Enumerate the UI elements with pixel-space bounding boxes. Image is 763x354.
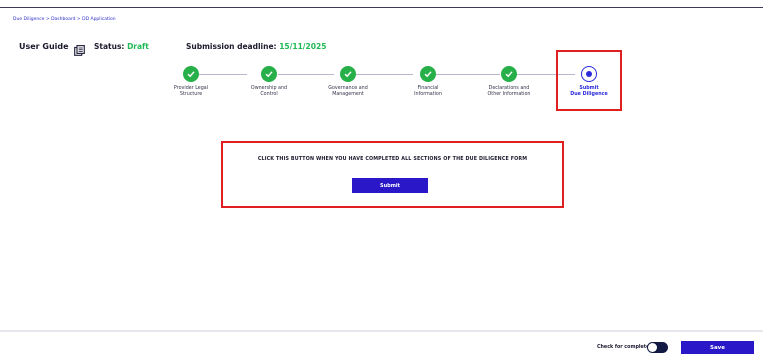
toggle-knob: [648, 343, 657, 352]
step-4-complete-icon[interactable]: [420, 66, 436, 82]
status-value: Draft: [127, 42, 149, 51]
document-copy-icon[interactable]: [73, 41, 85, 56]
submit-section: CLICK THIS BUTTON WHEN YOU HAVE COMPLETE…: [221, 141, 564, 208]
deadline-label: Submission deadline:: [186, 42, 277, 51]
user-guide-link[interactable]: User Guide: [19, 41, 85, 56]
step-4-label[interactable]: Financial Information: [388, 86, 468, 98]
status-indicator: Status: Draft: [94, 42, 149, 51]
step-4-label-line2: Information: [414, 92, 442, 97]
completeness-toggle[interactable]: [647, 342, 668, 353]
step-3-complete-icon[interactable]: [340, 66, 356, 82]
deadline-value: 15/11/2025: [279, 42, 327, 51]
step-1-label-line2: Structure: [179, 92, 203, 97]
top-divider: [0, 7, 763, 8]
step-3-label-line2: Management: [332, 92, 364, 97]
submit-instruction: CLICK THIS BUTTON WHEN YOU HAVE COMPLETE…: [257, 157, 528, 162]
user-guide-label: User Guide: [19, 42, 69, 51]
submission-deadline: Submission deadline: 15/11/2025: [186, 42, 326, 51]
step-connector: [199, 74, 247, 75]
save-button[interactable]: Save: [681, 341, 754, 354]
progress-stepper: Provider Legal Structure Ownership and C…: [0, 66, 763, 116]
step-connector: [278, 74, 334, 75]
step-5-complete-icon[interactable]: [501, 66, 517, 82]
step-5-label[interactable]: Declarations and Other Information: [469, 86, 549, 98]
highlight-box-current-step: [556, 50, 622, 111]
step-2-label[interactable]: Ownership and Control: [229, 86, 309, 98]
status-label: Status:: [94, 42, 125, 51]
step-connector: [436, 74, 500, 75]
step-1-complete-icon[interactable]: [183, 66, 199, 82]
step-3-label[interactable]: Governance and Management: [308, 86, 388, 98]
step-2-complete-icon[interactable]: [261, 66, 277, 82]
step-2-label-line2: Control: [260, 92, 278, 97]
step-1-label[interactable]: Provider Legal Structure: [151, 86, 231, 98]
submit-button[interactable]: Submit: [352, 178, 428, 193]
breadcrumb[interactable]: Due Diligence > Dashboard > DD Applicati…: [13, 17, 116, 22]
step-5-label-line2: Other Information: [487, 92, 531, 97]
footer-divider: [0, 330, 763, 332]
step-connector: [356, 74, 413, 75]
